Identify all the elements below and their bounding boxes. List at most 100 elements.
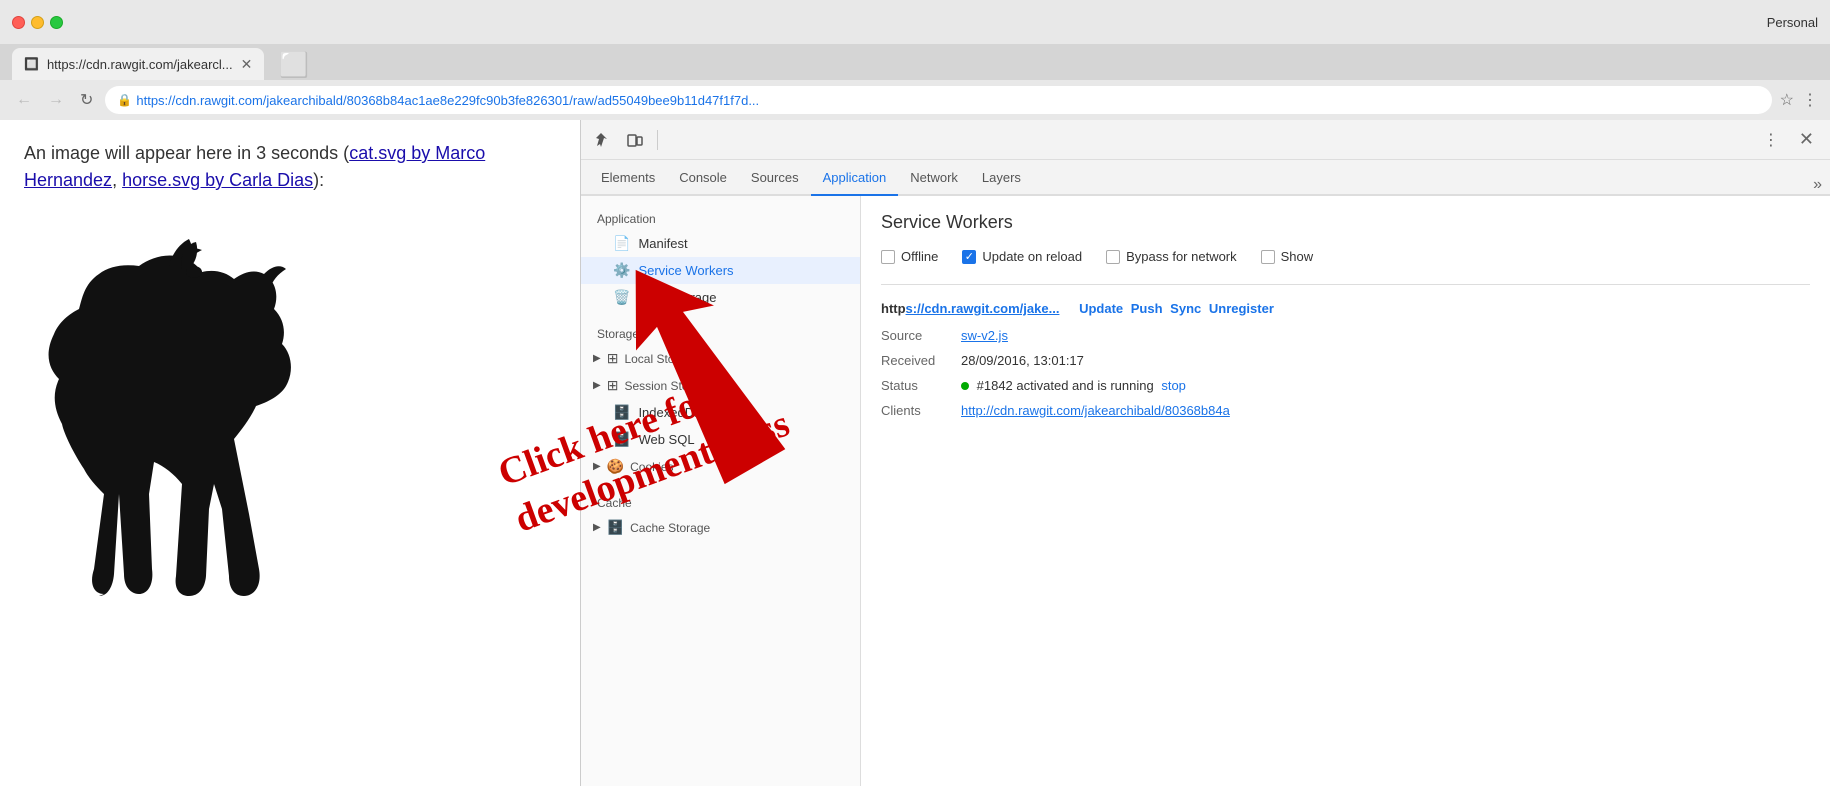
new-tab-button[interactable]: ⬜: [264, 51, 324, 80]
address-text: https://cdn.rawgit.com/jakearchibald/803…: [136, 93, 759, 108]
offline-label: Offline: [901, 249, 938, 264]
sidebar-label-clear-storage: Clear storage: [638, 290, 716, 305]
update-link[interactable]: Update: [1079, 301, 1123, 316]
browser-tab[interactable]: 🔲 https://cdn.rawgit.com/jakearcl... ✕: [12, 48, 264, 80]
more-tabs-button[interactable]: »: [1813, 176, 1822, 194]
source-row: Source sw-v2.js: [881, 328, 1810, 343]
inspector-icon[interactable]: [589, 126, 617, 154]
sidebar-label-local-storage: Local Storage: [624, 352, 698, 366]
sidebar-section-application: Application: [581, 204, 860, 230]
ssl-icon: 🔒: [117, 93, 132, 107]
tab-network[interactable]: Network: [898, 160, 970, 196]
refresh-button[interactable]: ↻: [76, 88, 97, 112]
update-on-reload-option[interactable]: ✓ Update on reload: [962, 249, 1082, 264]
local-storage-icon: ⊞: [607, 350, 619, 367]
bookmark-button[interactable]: ☆: [1780, 90, 1794, 110]
indexeddb-icon: 🗄️: [613, 404, 630, 421]
devtools-main-panel: Service Workers Offline ✓ Update on relo…: [861, 196, 1830, 786]
service-worker-entry: https://cdn.rawgit.com/jake... Update Pu…: [881, 284, 1810, 418]
web-sql-icon: 🗄️: [613, 431, 630, 448]
source-file-link[interactable]: sw-v2.js: [961, 328, 1008, 343]
devtools-sidebar: Application 📄 Manifest ⚙️ Service Worker…: [581, 196, 861, 786]
bypass-for-network-option[interactable]: Bypass for network: [1106, 249, 1237, 264]
update-on-reload-label: Update on reload: [982, 249, 1082, 264]
device-toolbar-icon[interactable]: [621, 126, 649, 154]
received-label: Received: [881, 353, 961, 368]
push-link[interactable]: Push: [1131, 301, 1163, 316]
cache-storage-arrow: ▶: [593, 522, 601, 533]
show-label: Show: [1281, 249, 1314, 264]
devtools-body: Application 📄 Manifest ⚙️ Service Worker…: [581, 196, 1830, 786]
tab-title: https://cdn.rawgit.com/jakearcl...: [47, 57, 233, 72]
stop-link[interactable]: stop: [1161, 378, 1186, 393]
clear-storage-icon: 🗑️: [613, 289, 630, 306]
tab-sources[interactable]: Sources: [739, 160, 811, 196]
tab-console[interactable]: Console: [667, 160, 739, 196]
received-row: Received 28/09/2016, 13:01:17: [881, 353, 1810, 368]
sync-link[interactable]: Sync: [1170, 301, 1201, 316]
horse-link[interactable]: horse.svg by Carla Dias: [122, 170, 313, 190]
sidebar-label-manifest: Manifest: [638, 236, 687, 251]
clients-label: Clients: [881, 403, 961, 418]
cookies-icon: 🍪: [607, 458, 624, 475]
tab-close-button[interactable]: ✕: [241, 56, 253, 73]
devtools-close-button[interactable]: ✕: [1791, 125, 1822, 154]
minimize-button[interactable]: [31, 16, 44, 29]
status-indicator: [961, 382, 969, 390]
devtools-tabs: Elements Console Sources Application Net…: [581, 160, 1830, 196]
bypass-for-network-label: Bypass for network: [1126, 249, 1237, 264]
worker-url-link[interactable]: s://cdn.rawgit.com/jake...: [906, 301, 1060, 316]
unregister-link[interactable]: Unregister: [1209, 301, 1274, 316]
show-checkbox[interactable]: [1261, 250, 1275, 264]
sidebar-section-cache: Cache: [581, 488, 860, 514]
worker-url-prefix: http: [881, 301, 906, 316]
status-label: Status: [881, 378, 961, 393]
update-on-reload-checkbox[interactable]: ✓: [962, 250, 976, 264]
sidebar-item-service-workers[interactable]: ⚙️ Service Workers: [581, 257, 860, 284]
tab-favicon: 🔲: [24, 57, 39, 71]
tab-layers[interactable]: Layers: [970, 160, 1033, 196]
fullscreen-button[interactable]: [50, 16, 63, 29]
status-value: #1842 activated and is running stop: [961, 378, 1186, 393]
devtools-toolbar: ⋮ ✕: [581, 120, 1830, 160]
sidebar-item-indexeddb[interactable]: 🗄️ IndexedDB: [581, 399, 860, 426]
panel-title: Service Workers: [881, 212, 1810, 233]
close-button[interactable]: [12, 16, 25, 29]
clients-value-link[interactable]: http://cdn.rawgit.com/jakearchibald/8036…: [961, 403, 1230, 418]
source-label: Source: [881, 328, 961, 343]
offline-option[interactable]: Offline: [881, 249, 938, 264]
tab-application[interactable]: Application: [811, 160, 899, 196]
sidebar-item-manifest[interactable]: 📄 Manifest: [581, 230, 860, 257]
personal-label: Personal: [1767, 15, 1818, 30]
sidebar-label-service-workers: Service Workers: [638, 263, 733, 278]
worker-url-row: https://cdn.rawgit.com/jake... Update Pu…: [881, 301, 1810, 316]
status-row: Status #1842 activated and is running st…: [881, 378, 1810, 393]
session-storage-icon: ⊞: [607, 377, 619, 394]
offline-checkbox[interactable]: [881, 250, 895, 264]
tab-elements[interactable]: Elements: [589, 160, 667, 196]
received-value: 28/09/2016, 13:01:17: [961, 353, 1084, 368]
sidebar-section-storage: Storage: [581, 319, 860, 345]
forward-button[interactable]: →: [44, 89, 68, 111]
sidebar-group-cache-storage[interactable]: ▶ 🗄️ Cache Storage: [581, 514, 860, 541]
sidebar-item-clear-storage[interactable]: 🗑️ Clear storage: [581, 284, 860, 311]
show-option[interactable]: Show: [1261, 249, 1314, 264]
sidebar-group-local-storage[interactable]: ▶ ⊞ Local Storage: [581, 345, 860, 372]
bypass-for-network-checkbox[interactable]: [1106, 250, 1120, 264]
sidebar-item-web-sql[interactable]: 🗄️ Web SQL: [581, 426, 860, 453]
menu-button[interactable]: ⋮: [1802, 90, 1818, 110]
service-workers-icon: ⚙️: [613, 262, 630, 279]
manifest-icon: 📄: [613, 235, 630, 252]
horse-image: [24, 214, 304, 594]
local-storage-arrow: ▶: [593, 353, 601, 364]
address-bar-input[interactable]: 🔒 https://cdn.rawgit.com/jakearchibald/8…: [105, 86, 1771, 114]
page-content: An image will appear here in 3 seconds (…: [0, 120, 580, 786]
sidebar-group-cookies[interactable]: ▶ 🍪 Cookies: [581, 453, 860, 480]
devtools-menu-button[interactable]: ⋮: [1755, 126, 1787, 154]
sidebar-label-session-storage: Session Storage: [624, 379, 712, 393]
session-storage-arrow: ▶: [593, 380, 601, 391]
service-worker-options: Offline ✓ Update on reload Bypass for ne…: [881, 249, 1810, 264]
page-intro-text: An image will appear here in 3 seconds (…: [24, 140, 556, 194]
back-button[interactable]: ←: [12, 89, 36, 111]
sidebar-group-session-storage[interactable]: ▶ ⊞ Session Storage: [581, 372, 860, 399]
